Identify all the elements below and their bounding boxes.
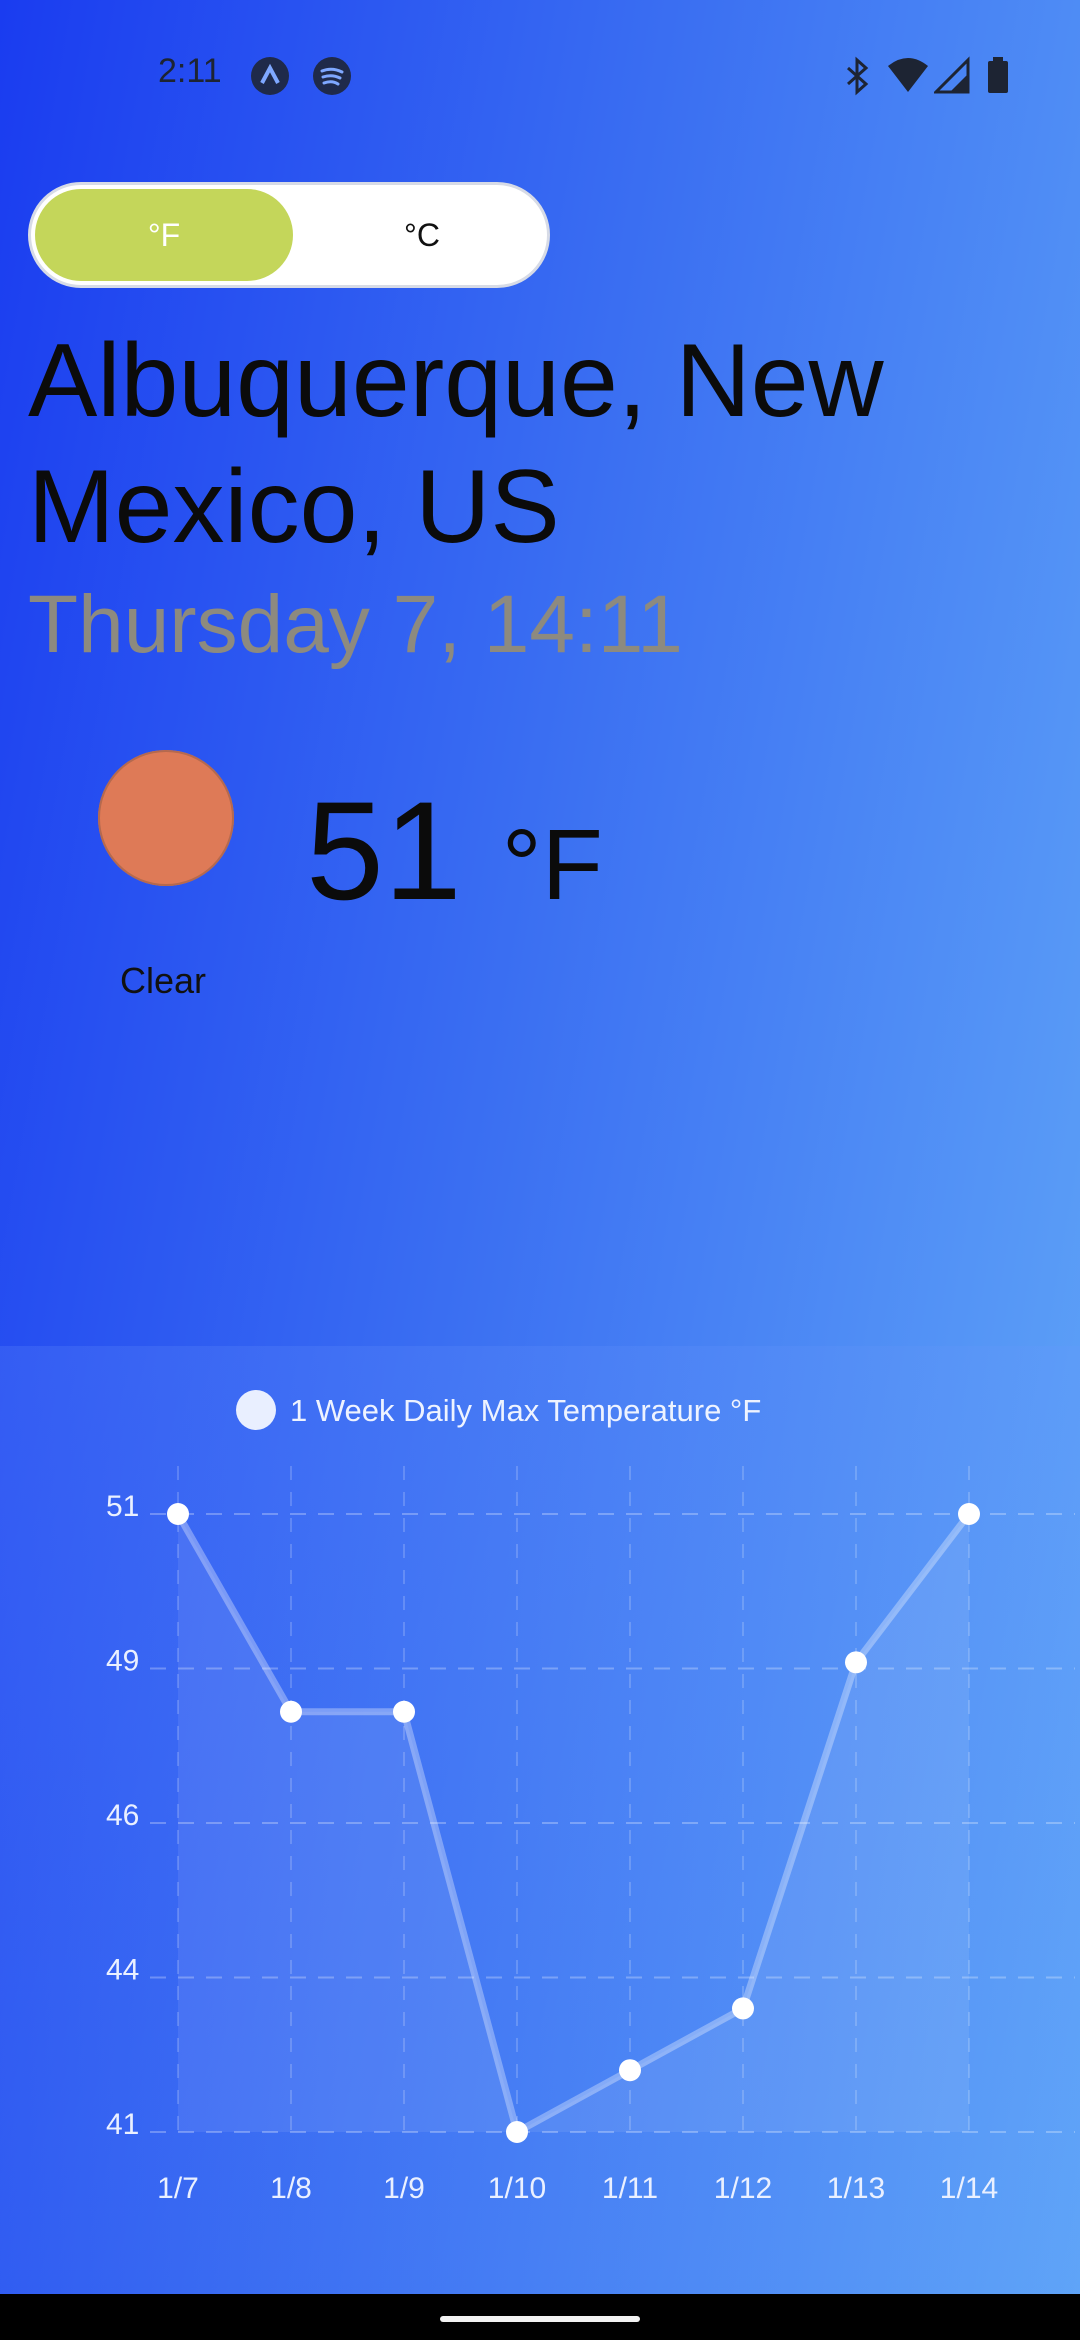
celsius-option[interactable]: °C: [293, 189, 551, 281]
x-tick-label: 1/12: [714, 2172, 772, 2205]
fahrenheit-option[interactable]: °F: [35, 189, 293, 281]
status-time: 2:11: [158, 52, 222, 90]
weather-condition: Clear: [120, 960, 207, 1001]
temperature-chart: 51 49 46 44 41 1/7 1/8 1/9 1/10 1/11 1/12 1/13 1/14…: [106, 1390, 1075, 2205]
y-tick-label: 49: [106, 1645, 139, 1678]
unit-toggle[interactable]: °F °C: [28, 182, 550, 288]
navigation-bar: [0, 2294, 1080, 2340]
x-tick-label: 1/8: [270, 2172, 312, 2205]
y-tick-label: 46: [106, 1799, 139, 1832]
status-bar: 2:11: [0, 0, 1080, 150]
data-point[interactable]: [845, 1651, 867, 1674]
legend-marker: [236, 1390, 276, 1430]
x-tick-label: 1/11: [602, 2172, 658, 2205]
temperature-value: 51: [306, 772, 462, 929]
x-tick-label: 1/14: [940, 2172, 998, 2205]
x-tick-label: 1/10: [488, 2172, 546, 2205]
data-point[interactable]: [619, 2059, 641, 2082]
chart-title: 1 Week Daily Max Temperature °F: [290, 1393, 761, 1428]
y-tick-label: 51: [106, 1490, 139, 1523]
current-temperature: 51 °F: [306, 770, 603, 932]
x-tick-label: 1/13: [827, 2172, 885, 2205]
data-point[interactable]: [280, 1700, 302, 1723]
signal-icon: [932, 56, 970, 101]
spotify-icon: [312, 56, 352, 101]
x-tick-label: 1/7: [157, 2172, 199, 2205]
current-datetime: Thursday 7, 14:11: [28, 579, 683, 670]
battery-icon: [986, 56, 1010, 101]
temperature-unit: °F: [501, 809, 603, 921]
data-point[interactable]: [958, 1503, 980, 1525]
temperature-chart-panel: 51 49 46 44 41 1/7 1/8 1/9 1/10 1/11 1/12 1/13 1/14…: [0, 1346, 1080, 2296]
y-tick-label: 44: [106, 1954, 139, 1987]
data-point[interactable]: [732, 1997, 754, 2020]
app-a-icon: [250, 56, 290, 101]
data-point[interactable]: [167, 1503, 189, 1525]
y-tick-label: 41: [106, 2108, 139, 2141]
data-point[interactable]: [393, 1700, 415, 1723]
location-title: Albuquerque, New Mexico, US: [28, 323, 884, 565]
wifi-icon: [886, 56, 930, 101]
sun-icon: [98, 750, 234, 886]
x-tick-label: 1/9: [383, 2172, 425, 2205]
home-gesture-handle[interactable]: [440, 2316, 640, 2322]
bluetooth-icon: [842, 56, 872, 101]
data-point[interactable]: [506, 2121, 528, 2143]
